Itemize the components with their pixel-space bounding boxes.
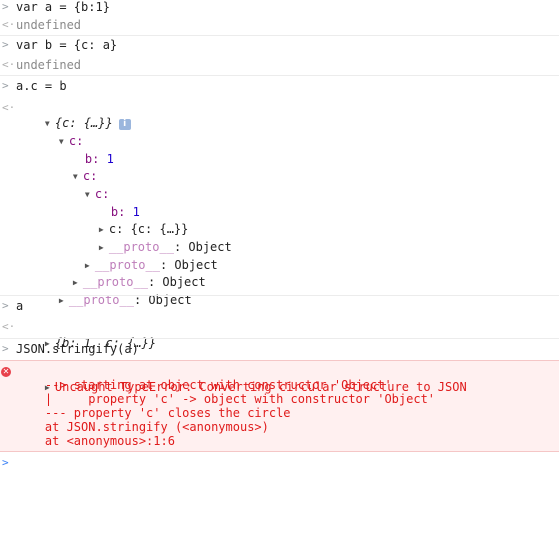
error-icon: ✕ [1, 367, 11, 377]
tree-prop-b: b: 1 [84, 152, 114, 166]
tree-prop-b: b: 1 [110, 205, 140, 219]
tree-proto[interactable]: ▶ __proto__: Object [30, 276, 192, 307]
console-prompt-icon[interactable]: > [2, 456, 9, 469]
console-input-row: > var b = {c: a} [0, 38, 559, 55]
tree-proto[interactable]: ▶ __proto__: Object [44, 258, 206, 289]
chevron-right-icon: > [2, 0, 9, 13]
error-message: ✕ ▶ Uncaught TypeError: Converting circul… [0, 360, 559, 452]
console-output-row: <· ▶ {b: 1, c: {…}} [0, 319, 559, 350]
tree-proto[interactable]: ▶ __proto__: Object [70, 223, 232, 254]
tree-node-c[interactable]: ▼ c: [56, 170, 109, 201]
tree-node-c[interactable]: ▼ c: [44, 152, 97, 183]
tree-proto[interactable]: ▶ __proto__: Object [56, 241, 218, 272]
console-command: var b = {c: a} [16, 38, 118, 52]
console-output-row: <· undefined [0, 58, 559, 75]
console-return-value: undefined [16, 58, 82, 72]
console-input-row: > a.c = b [0, 79, 559, 96]
divider [0, 75, 559, 76]
return-arrow-icon: <· [2, 18, 16, 31]
error-stack-line[interactable]: at <anonymous>:1:6 [16, 433, 175, 449]
console-input-row: > JSON.stringify(a) [0, 342, 559, 359]
divider [0, 35, 559, 36]
return-arrow-icon: <· [2, 101, 16, 114]
chevron-right-icon: > [2, 79, 9, 92]
return-arrow-icon: <· [2, 58, 16, 71]
tree-root[interactable]: ▼ {c: {…}} i [16, 99, 131, 130]
tree-node-c-collapsed[interactable]: ▶ c: {c: {…}} [70, 205, 188, 236]
object-preview[interactable]: ▶ {b: 1, c: {…}} [16, 319, 156, 350]
chevron-right-icon: > [2, 299, 9, 312]
divider [0, 295, 559, 296]
console-input-row: > var a = {b:1} [0, 0, 559, 17]
return-arrow-icon: <· [2, 320, 16, 333]
console-output-row: <· undefined [0, 17, 559, 34]
info-icon[interactable]: i [118, 119, 131, 130]
console-command: a.c = b [16, 79, 67, 93]
chevron-right-icon: > [2, 38, 9, 51]
console-input-row: > a [0, 299, 559, 316]
console-command: JSON.stringify(a) [16, 342, 139, 356]
console-command: a [16, 299, 24, 313]
divider [0, 338, 559, 339]
console-command: var a = {b:1} [16, 0, 110, 14]
console-return-value: undefined [16, 18, 82, 32]
tree-node-c[interactable]: ▼ c: [30, 117, 83, 148]
chevron-right-icon: > [2, 342, 9, 355]
